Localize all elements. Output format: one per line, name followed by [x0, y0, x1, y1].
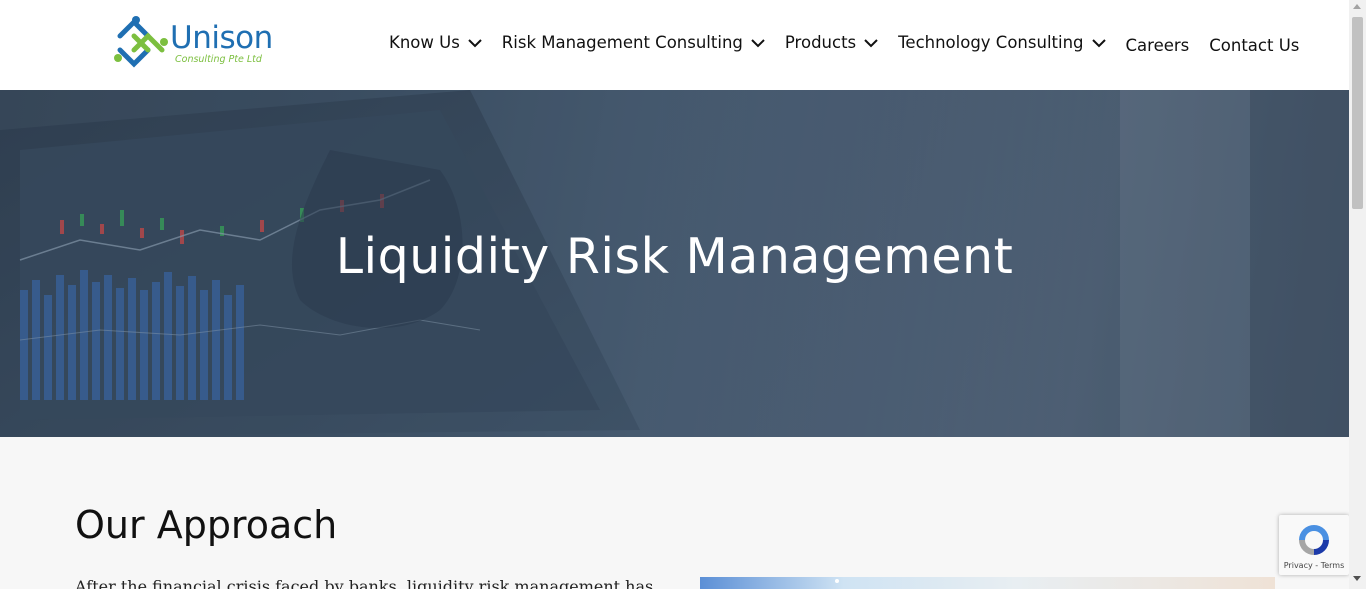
nav-item-contact-us[interactable]: Contact Us [1209, 30, 1299, 55]
logo-tagline: Consulting Pte Ltd [175, 54, 262, 65]
nav-item-careers[interactable]: Careers [1126, 30, 1190, 55]
unison-logo-icon [114, 16, 168, 68]
chevron-down-icon [1091, 39, 1106, 48]
nav-item-products[interactable]: Products [785, 33, 878, 52]
nav-item-risk-management-consulting[interactable]: Risk Management Consulting [502, 33, 765, 52]
main-nav: Know Us Risk Management Consulting Produ… [389, 30, 1299, 55]
nav-item-label: Risk Management Consulting [501, 33, 743, 52]
section-text: After the financial crisis faced by bank… [75, 577, 654, 589]
scrollbar-thumb[interactable] [1352, 17, 1363, 209]
site-header: Unison Consulting Pte Ltd Know Us Risk M… [0, 0, 1349, 90]
vertical-scrollbar[interactable] [1349, 0, 1366, 589]
chevron-down-icon [468, 39, 482, 48]
chevron-down-icon [864, 39, 878, 48]
scroll-down-arrow-icon[interactable] [1353, 576, 1361, 581]
scroll-up-arrow-icon[interactable] [1353, 4, 1361, 9]
nav-item-label: Contact Us [1209, 36, 1300, 55]
nav-item-label: Careers [1125, 36, 1190, 55]
chevron-down-icon [751, 39, 765, 48]
recaptcha-icon [1299, 525, 1329, 555]
logo[interactable]: Unison Consulting Pte Ltd [112, 14, 282, 72]
nav-item-technology-consulting[interactable]: Technology Consulting [898, 33, 1106, 52]
section-title: Our Approach [75, 503, 338, 547]
section-image [700, 577, 1275, 589]
logo-name: Unison [170, 20, 273, 56]
hero-banner: Liquidity Risk Management [0, 90, 1349, 437]
recaptcha-badge[interactable]: Privacy - Terms [1279, 515, 1349, 575]
page-title: Liquidity Risk Management [335, 228, 1014, 285]
nav-item-know-us[interactable]: Know Us [389, 33, 482, 52]
nav-item-label: Products [784, 33, 857, 52]
image-highlight [835, 579, 839, 583]
nav-item-label: Know Us [389, 33, 460, 52]
nav-item-label: Technology Consulting [898, 33, 1084, 52]
recaptcha-links[interactable]: Privacy - Terms [1279, 561, 1349, 570]
